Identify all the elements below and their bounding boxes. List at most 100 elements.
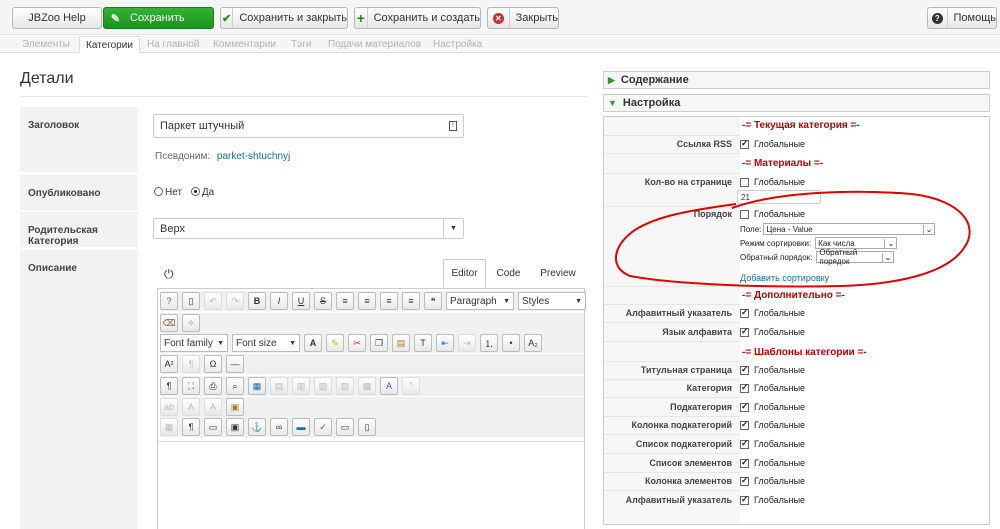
subcategory-checkbox[interactable]	[740, 401, 749, 412]
cut-icon[interactable]: ✂	[348, 334, 366, 352]
radio-no[interactable]	[154, 187, 163, 196]
strikethrough-icon[interactable]: S	[314, 292, 332, 310]
radio-yes[interactable]	[190, 187, 200, 196]
redo-icon[interactable]: ↷	[226, 292, 244, 310]
editor-content-area[interactable]	[158, 441, 584, 529]
indent-icon[interactable]: ⇥	[458, 334, 476, 352]
copy-icon[interactable]: ❐	[370, 334, 388, 352]
bold-icon[interactable]: B	[248, 292, 266, 310]
tab-home[interactable]: На главной	[147, 36, 199, 53]
ordered-list-icon[interactable]: ⒈	[480, 334, 498, 352]
table-col-icon[interactable]: ▥	[292, 377, 310, 395]
text-color-icon[interactable]: A	[304, 334, 322, 352]
italic-icon[interactable]: I	[270, 292, 288, 310]
tab-elements[interactable]: Элементы	[22, 36, 70, 53]
outdent-icon[interactable]: ⇤	[436, 334, 454, 352]
clean-format-icon[interactable]: ✧	[182, 314, 200, 332]
blockquote-icon[interactable]: ❝	[424, 292, 442, 310]
parent-select[interactable]: Верх ▼	[153, 218, 464, 239]
align-right-icon[interactable]: ≡	[380, 292, 398, 310]
subscript-icon[interactable]: A₂	[524, 334, 542, 352]
eraser-icon[interactable]: ⌫	[160, 314, 178, 332]
fullscreen-icon[interactable]: ⛶	[182, 377, 200, 395]
table-merge-icon[interactable]: ▨	[336, 377, 354, 395]
help-button[interactable]: ? Помощь	[927, 7, 997, 29]
table-split-icon[interactable]: ▩	[358, 377, 376, 395]
tab-comments[interactable]: Комментарии	[213, 36, 276, 53]
tab-config[interactable]: Настройка	[433, 36, 482, 53]
close-button[interactable]: ✕ Закрыть	[487, 7, 559, 29]
strike-del-icon[interactable]: A	[182, 398, 200, 416]
paragraph-select[interactable]: Paragraph ▼	[446, 292, 514, 310]
help-icon[interactable]: ?	[160, 292, 178, 310]
styled-text-icon[interactable]: A	[380, 377, 398, 395]
media-icon[interactable]: ▬	[292, 418, 310, 436]
insert-text-icon[interactable]: A	[204, 398, 222, 416]
jbzoo-help-button[interactable]: JBZoo Help	[12, 7, 102, 29]
undo-icon[interactable]: ↶	[204, 292, 222, 310]
citation-icon[interactable]: “	[402, 377, 420, 395]
per-page-global-checkbox[interactable]	[740, 177, 749, 187]
sub-list-checkbox[interactable]	[740, 438, 749, 449]
link-icon[interactable]: ∞	[270, 418, 288, 436]
styles-select[interactable]: Styles ▼	[518, 292, 586, 310]
spellcheck-icon[interactable]: ✓	[314, 418, 332, 436]
alpha-lang-checkbox[interactable]	[740, 326, 749, 337]
alpha-index-label: Алфавитный указатель	[625, 308, 732, 318]
rtl-icon[interactable]: ¶	[182, 355, 200, 373]
field-options-icon[interactable]: !	[449, 121, 457, 131]
find-icon[interactable]: ⌕	[226, 377, 244, 395]
underline-icon[interactable]: U	[292, 292, 310, 310]
anchor-icon[interactable]: ⚓	[248, 418, 266, 436]
visual-aid-icon[interactable]: ▦	[160, 418, 178, 436]
items-column-checkbox[interactable]	[740, 475, 749, 486]
pagebreak-icon[interactable]: ▯	[358, 418, 376, 436]
attributes-icon[interactable]: ▣	[226, 398, 244, 416]
save-button[interactable]: ✎ Сохранить	[103, 7, 214, 29]
template-icon[interactable]: ▭	[204, 418, 222, 436]
horizontal-rule-icon[interactable]: —	[226, 355, 244, 373]
content-panel-header[interactable]: ▶ Содержание	[603, 71, 990, 89]
special-char-icon[interactable]: Ω	[204, 355, 222, 373]
abbr-icon[interactable]: ab	[160, 398, 178, 416]
align-center-icon[interactable]: ≡	[358, 292, 376, 310]
tab-tags[interactable]: Тэги	[291, 36, 311, 53]
alias-value[interactable]: parket-shtuchnyj	[217, 151, 290, 162]
save-new-button[interactable]: + Сохранить и создать	[354, 7, 481, 29]
highlight-color-icon[interactable]: ✎	[326, 334, 344, 352]
align-left-icon[interactable]: ≡	[336, 292, 354, 310]
print-icon[interactable]: ⎙	[204, 377, 222, 395]
unordered-list-icon[interactable]: •	[502, 334, 520, 352]
tab-preview[interactable]: Preview	[531, 259, 585, 288]
layer-icon[interactable]: ▭	[336, 418, 354, 436]
paste-text-icon[interactable]: T	[414, 334, 432, 352]
font-family-select[interactable]: Font family ▼	[160, 334, 228, 352]
tab-code[interactable]: Code	[487, 259, 530, 288]
rss-global-checkbox[interactable]	[740, 138, 749, 149]
new-document-icon[interactable]: ▯	[182, 292, 200, 310]
title-page-checkbox[interactable]	[740, 364, 749, 375]
items-list-checkbox[interactable]	[740, 457, 749, 468]
image-icon[interactable]: ▣	[226, 418, 244, 436]
font-size-select[interactable]: Font size ▼	[232, 334, 300, 352]
paragraph-mark-icon[interactable]: ¶	[160, 377, 178, 395]
alpha-index-checkbox[interactable]	[740, 307, 749, 318]
title-input[interactable]: Паркет штучный !	[153, 114, 464, 138]
title-label: Заголовок	[20, 107, 138, 172]
category-checkbox[interactable]	[740, 382, 749, 393]
table-icon[interactable]: ▦	[248, 377, 266, 395]
table-row-icon[interactable]: ▤	[270, 377, 288, 395]
align-justify-icon[interactable]: ≡	[402, 292, 420, 310]
power-toggle-icon[interactable]: ⏻	[164, 267, 174, 282]
table-cell-icon[interactable]: ▧	[314, 377, 332, 395]
settings-panel-header[interactable]: ▼ Настройка	[603, 94, 990, 112]
tab-editor[interactable]: Editor	[443, 259, 486, 288]
sub-column-checkbox[interactable]	[740, 419, 749, 430]
save-close-button[interactable]: ✔ Сохранить и закрыть	[220, 7, 348, 29]
paste-icon[interactable]: ▤	[392, 334, 410, 352]
non-breaking-icon[interactable]: ¶	[182, 418, 200, 436]
tab-submissions[interactable]: Подачи материалов	[328, 36, 421, 53]
superscript-icon[interactable]: A²	[160, 355, 178, 373]
tab-categories[interactable]: Категории	[79, 36, 140, 53]
alpha-index2-checkbox[interactable]	[740, 494, 749, 505]
